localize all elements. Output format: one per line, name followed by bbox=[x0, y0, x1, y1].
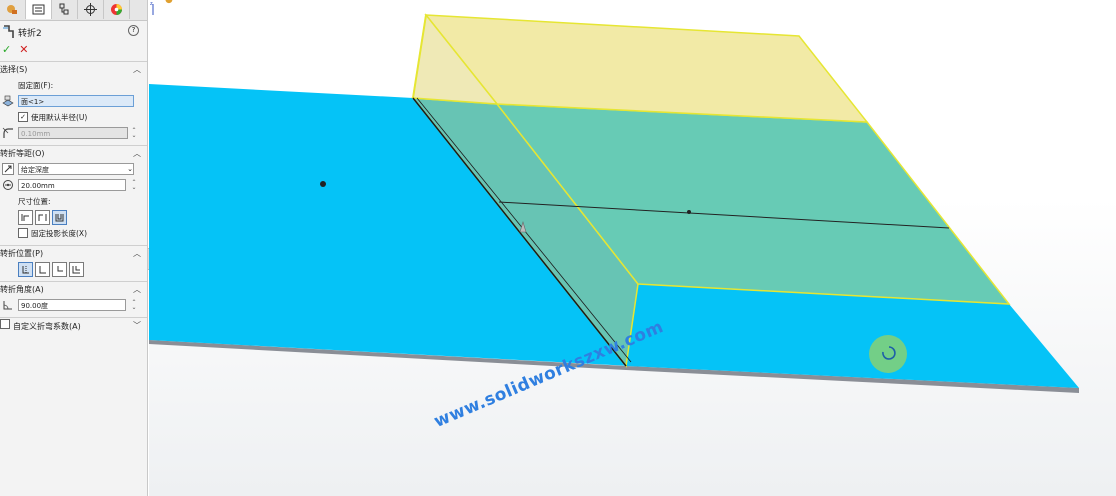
section-title: 转折位置(P) bbox=[0, 249, 44, 258]
property-manager: 转折2 ? ✓ ✕ 选择(S) ︿ 固定面(F): 面<1> ✓ 使用默认半径(… bbox=[0, 0, 148, 496]
svg-text:z: z bbox=[150, 1, 153, 7]
angle-field[interactable]: 90.00度 bbox=[18, 299, 126, 311]
distance-icon bbox=[1, 178, 15, 192]
bend-radius-icon bbox=[1, 126, 15, 140]
spin-arrows-icon: ⌃ ⌄ bbox=[131, 127, 137, 139]
angle-row: 90.00度 ⌃ ⌄ bbox=[0, 297, 147, 313]
section-header-custom-bend[interactable]: 自定义折弯系数(A) ﹀ bbox=[0, 318, 147, 333]
cancel-button[interactable]: ✕ bbox=[19, 43, 28, 56]
section-jog-offset: 转折等距(O) ︿ 给定深度 ⌄ 20.00mm ⌃ ⌄ 尺寸位置: 固定投影长… bbox=[0, 145, 147, 241]
chevron-up-icon[interactable]: ︿ bbox=[133, 248, 141, 259]
distance-row: 20.00mm ⌃ ⌄ bbox=[0, 177, 147, 193]
use-default-radius-checkbox[interactable]: ✓ bbox=[18, 112, 28, 122]
bend-centerline-button[interactable] bbox=[18, 261, 33, 277]
end-condition-select[interactable]: 给定深度 bbox=[18, 163, 134, 175]
section-selection: 选择(S) ︿ 固定面(F): 面<1> ✓ 使用默认半径(U) 0.10mm … bbox=[0, 61, 147, 141]
ok-button[interactable]: ✓ bbox=[2, 43, 11, 56]
chevron-down-icon[interactable]: ﹀ bbox=[133, 320, 141, 331]
tab-dimxpert-manager[interactable] bbox=[78, 0, 104, 19]
dimension-position-label: 尺寸位置: bbox=[18, 196, 51, 206]
material-outside-button[interactable] bbox=[52, 261, 67, 277]
use-default-radius-label: 使用默认半径(U) bbox=[31, 112, 88, 122]
tab-property-manager[interactable] bbox=[26, 0, 52, 19]
chevron-up-icon[interactable]: ︿ bbox=[133, 284, 141, 295]
tab-feature-manager[interactable] bbox=[0, 0, 26, 19]
angle-icon bbox=[1, 298, 15, 312]
fix-projected-length-row: 固定投影长度(X) bbox=[0, 225, 147, 241]
section-custom-bend-allowance: 自定义折弯系数(A) ﹀ bbox=[0, 317, 147, 333]
distance-field[interactable]: 20.00mm bbox=[18, 179, 126, 191]
section-title: 转折等距(O) bbox=[0, 149, 45, 158]
tab-configuration-manager[interactable] bbox=[52, 0, 78, 19]
jog-position-buttons bbox=[0, 261, 147, 277]
origin-point bbox=[320, 181, 326, 187]
bend-outside-button[interactable] bbox=[69, 261, 84, 277]
custom-bend-checkbox[interactable] bbox=[0, 319, 10, 329]
feature-header: 转折2 bbox=[0, 23, 147, 41]
radius-row: 0.10mm ⌃ ⌄ bbox=[0, 125, 147, 141]
display-color-icon bbox=[111, 4, 122, 15]
inner-offset-button[interactable] bbox=[35, 209, 50, 225]
chevron-up-icon[interactable]: ︿ bbox=[133, 148, 141, 159]
property-list-icon bbox=[32, 4, 45, 15]
fixed-face-label-row: 固定面(F): bbox=[0, 77, 147, 93]
section-title: 自定义折弯系数(A) bbox=[13, 322, 81, 331]
rotate-handle-icon bbox=[869, 335, 907, 373]
tab-display-manager[interactable] bbox=[104, 0, 130, 19]
help-icon[interactable]: ? bbox=[128, 25, 139, 36]
spin-arrows-icon[interactable]: ⌃ ⌄ bbox=[131, 300, 137, 311]
section-header-jog-angle[interactable]: 转折角度(A) ︿ bbox=[0, 282, 147, 297]
section-header-jog-position[interactable]: 转折位置(P) ︿ bbox=[0, 246, 147, 261]
section-header-jog-offset[interactable]: 转折等距(O) ︿ bbox=[0, 146, 147, 161]
section-title: 转折角度(A) bbox=[0, 285, 44, 294]
graphics-viewport[interactable]: ● ​ www.solidworkszxw.com z bbox=[149, 0, 1116, 496]
fixed-face-label: 固定面(F): bbox=[18, 80, 54, 90]
section-jog-position: 转折位置(P) ︿ bbox=[0, 245, 147, 277]
direction-arrow-icon[interactable] bbox=[1, 162, 15, 176]
face-select-icon bbox=[1, 94, 15, 108]
section-title: 选择(S) bbox=[0, 65, 28, 74]
configuration-icon bbox=[59, 3, 69, 15]
chevron-up-icon[interactable]: ︿ bbox=[133, 64, 141, 75]
section-header-selection[interactable]: 选择(S) ︿ bbox=[0, 62, 147, 77]
end-condition-row: 给定深度 ⌄ bbox=[0, 161, 147, 177]
bend-radius-field: 0.10mm bbox=[18, 127, 128, 139]
fixed-face-row: 面<1> bbox=[0, 93, 147, 109]
spin-arrows-icon[interactable]: ⌃ ⌄ bbox=[131, 180, 137, 191]
manager-tabs bbox=[0, 0, 147, 21]
crosshair-icon bbox=[84, 3, 97, 16]
section-jog-angle: 转折角度(A) ︿ 90.00度 ⌃ ⌄ bbox=[0, 281, 147, 313]
fix-projected-length-checkbox[interactable] bbox=[18, 228, 28, 238]
dimension-position-label-row: 尺寸位置: bbox=[0, 193, 147, 209]
fixed-face-field[interactable]: 面<1> bbox=[18, 95, 134, 107]
fix-projected-length-label: 固定投影长度(X) bbox=[31, 228, 87, 238]
axis-triad-icon: z bbox=[150, 1, 154, 15]
model-preview bbox=[149, 13, 1079, 393]
overall-dimension-button[interactable] bbox=[52, 209, 67, 225]
material-inside-button[interactable] bbox=[35, 261, 50, 277]
feature-title: 转折2 bbox=[18, 28, 42, 39]
use-default-radius-row: ✓ 使用默认半径(U) bbox=[0, 109, 147, 125]
sketch-point bbox=[687, 210, 691, 214]
feature-tree-icon bbox=[7, 5, 17, 14]
dimension-position-buttons bbox=[0, 209, 147, 225]
action-row: ✓ ✕ bbox=[0, 41, 147, 57]
chevron-down-icon[interactable]: ⌄ bbox=[127, 165, 133, 173]
outer-offset-button[interactable] bbox=[18, 209, 33, 225]
jog-feature-icon bbox=[3, 25, 14, 38]
